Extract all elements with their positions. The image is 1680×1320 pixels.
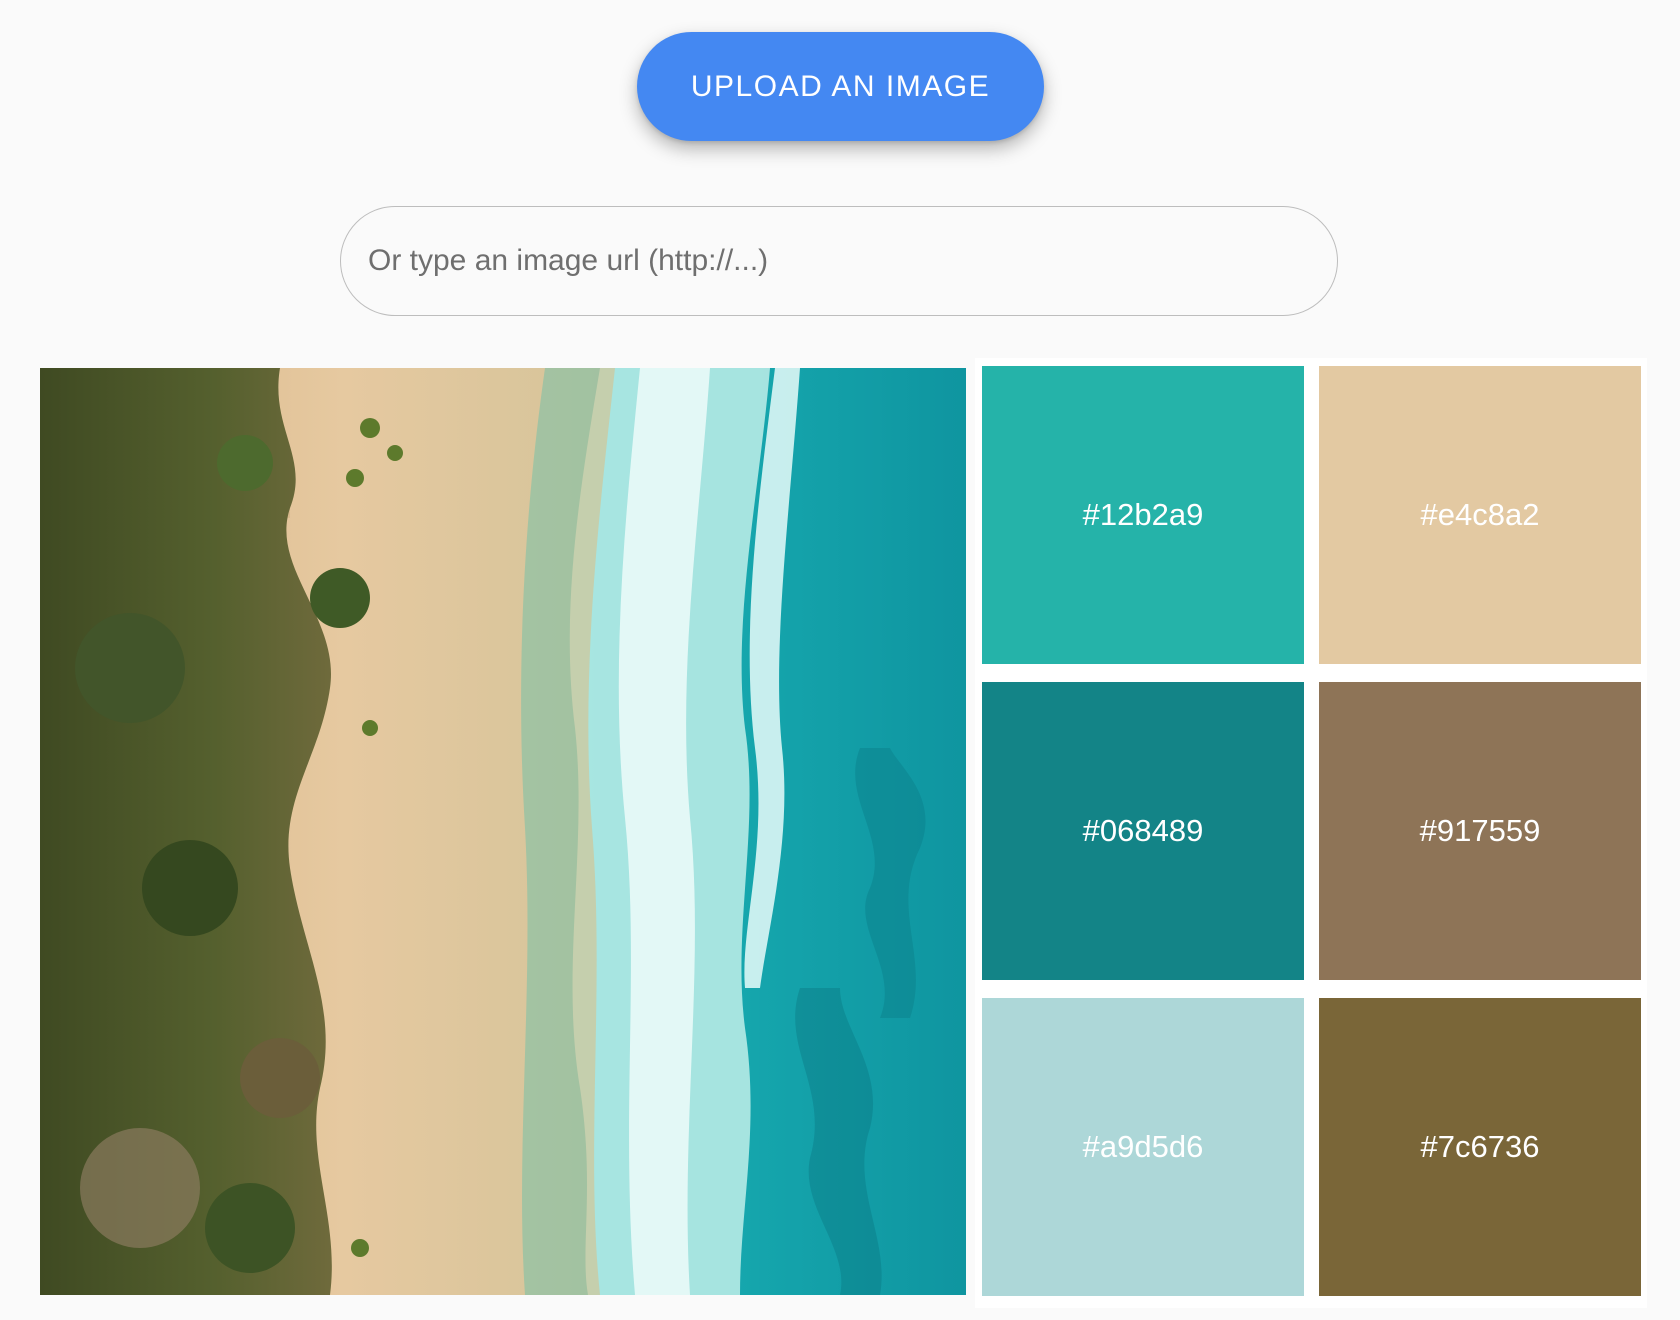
image-url-input[interactable] xyxy=(340,206,1338,316)
color-swatch[interactable]: #917559 xyxy=(1319,682,1641,980)
color-swatch[interactable]: #12b2a9 xyxy=(982,366,1304,664)
uploaded-image xyxy=(40,368,966,1295)
swatch-hex-label: #12b2a9 xyxy=(1082,497,1204,532)
color-swatch[interactable]: #a9d5d6 xyxy=(982,998,1304,1296)
color-swatch[interactable]: #e4c8a2 xyxy=(1319,366,1641,664)
swatch-hex-label: #068489 xyxy=(1082,813,1204,848)
color-swatch[interactable]: #068489 xyxy=(982,682,1304,980)
palette-panel: #12b2a9 #e4c8a2 #068489 #917559 #a9d5d6 #7c67… xyxy=(975,358,1647,1308)
beach-aerial-photo xyxy=(40,368,966,1295)
swatch-hex-label: #917559 xyxy=(1419,813,1541,848)
color-swatch[interactable]: #7c6736 xyxy=(1319,998,1641,1296)
upload-image-button[interactable]: UPLOAD AN IMAGE xyxy=(637,32,1044,141)
swatch-hex-label: #e4c8a2 xyxy=(1420,497,1540,532)
swatch-hex-label: #a9d5d6 xyxy=(1082,1129,1204,1164)
palette-generator-app: UPLOAD AN IMAGE Or type an image url (ht… xyxy=(0,0,1680,1320)
swatch-hex-label: #7c6736 xyxy=(1420,1129,1540,1164)
